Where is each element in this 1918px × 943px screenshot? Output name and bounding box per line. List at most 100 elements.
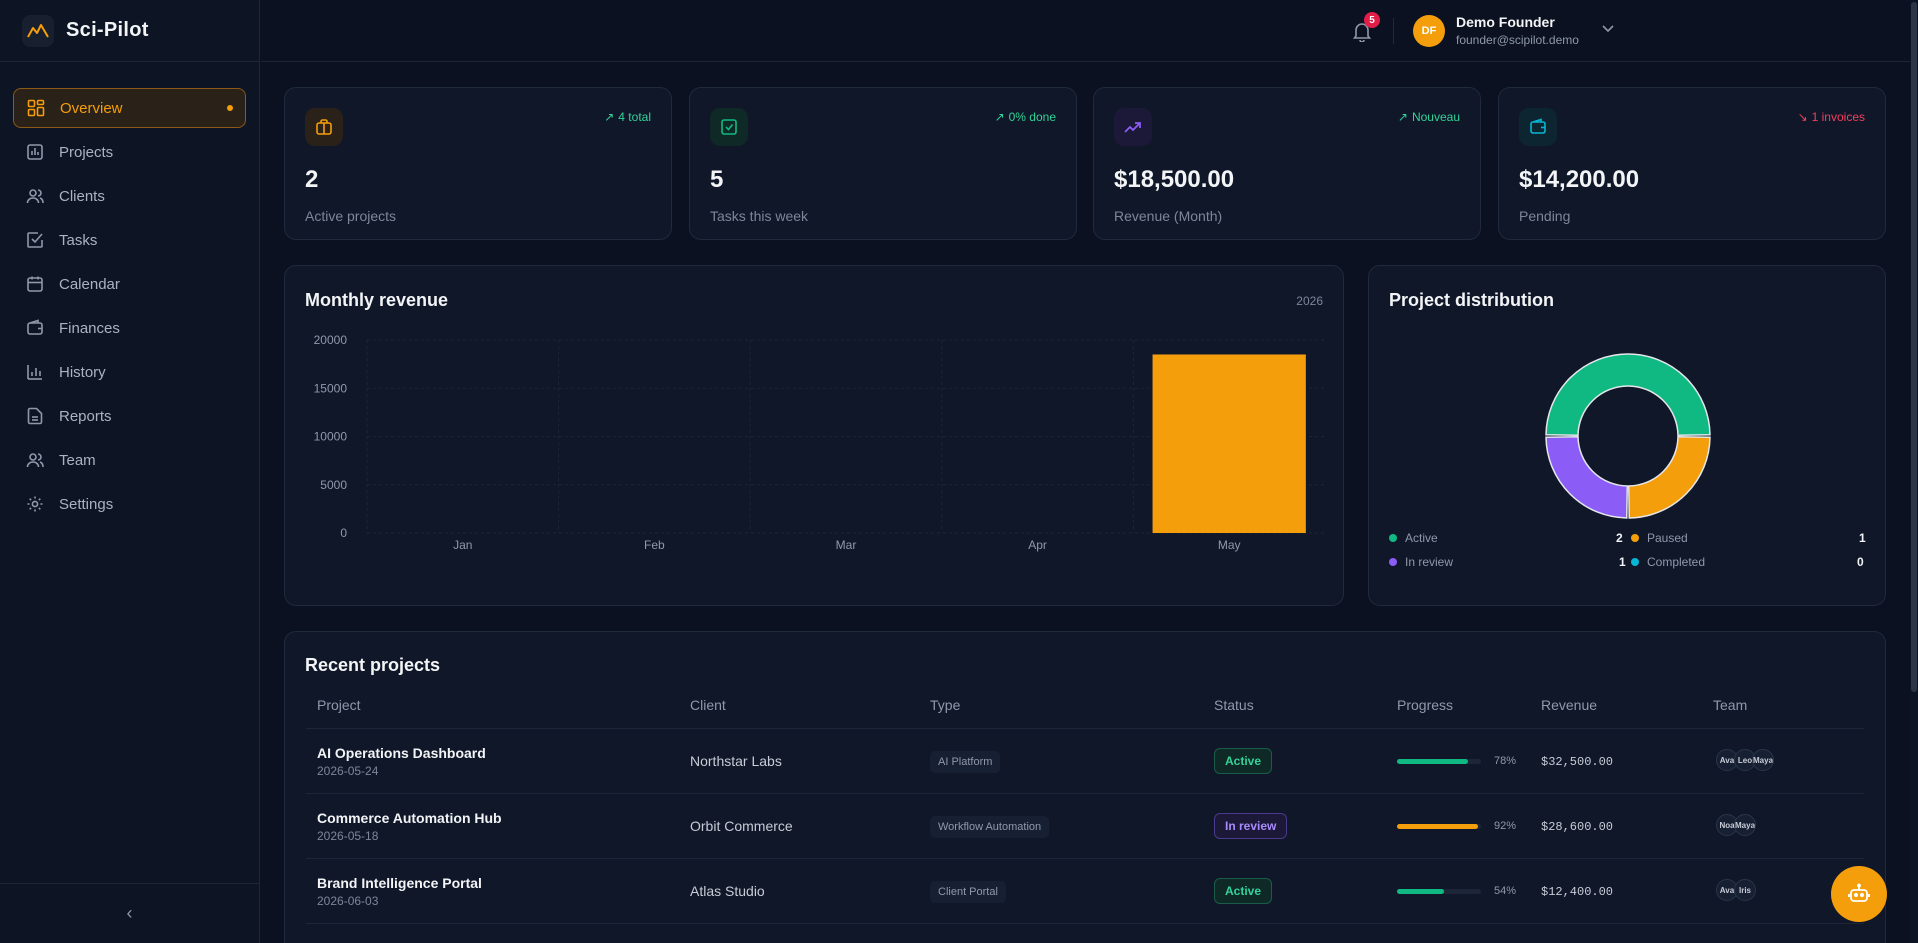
sidebar-item-clients[interactable]: Clients: [13, 176, 246, 216]
sidebar-item-tasks[interactable]: Tasks: [13, 220, 246, 260]
avatar[interactable]: DF: [1413, 15, 1445, 47]
arrow-up-right-icon: ↗: [1397, 110, 1408, 124]
progress-percent: 54%: [1494, 885, 1517, 897]
column-header-progress[interactable]: Progress: [1397, 697, 1453, 713]
revenue-bar[interactable]: [1152, 354, 1306, 533]
recent-projects-panel: [284, 631, 1886, 943]
scrollbar-thumb[interactable]: [1911, 2, 1917, 692]
stat-card-pending: ↘ 1 invoices $14,200.00 Pending: [1498, 87, 1886, 240]
calendar-icon: [25, 274, 45, 294]
sidebar-item-team[interactable]: Team: [13, 440, 246, 480]
sidebar-item-label: Settings: [59, 495, 114, 513]
donut-slice-active[interactable]: [1545, 353, 1711, 437]
column-header-team[interactable]: Team: [1713, 697, 1747, 713]
legend-value: 1: [1859, 531, 1866, 545]
column-header-revenue[interactable]: Revenue: [1541, 697, 1597, 713]
brand[interactable]: Sci-Pilot: [0, 0, 259, 62]
donut-slice-paused[interactable]: [1627, 435, 1711, 519]
project-name: Brand Intelligence Portal: [317, 875, 482, 891]
page-scrollbar[interactable]: [1910, 0, 1918, 943]
project-revenue: $28,600.00: [1541, 820, 1614, 834]
legend-value: 0: [1857, 555, 1864, 569]
arrow-up-right-icon: ↗: [994, 110, 1005, 124]
progress-fill: [1397, 889, 1445, 894]
sidebar-nav: Overview Projects Clients Tasks Calendar: [0, 62, 259, 524]
revenue-bar-chart: 0 5000 10000 15000 20000 Jan Feb Mar Apr May: [314, 333, 1325, 552]
table-divider: [306, 793, 1864, 794]
sidebar-item-calendar[interactable]: Calendar: [13, 264, 246, 304]
legend-dot: [1389, 534, 1397, 542]
x-tick-label: Jan: [453, 538, 472, 552]
stat-card-active-projects: ↗ 4 total 2 Active projects: [284, 87, 672, 240]
stat-card-tasks: ↗ 0% done 5 Tasks this week: [689, 87, 1077, 240]
column-header-client[interactable]: Client: [690, 697, 726, 713]
project-client: Atlas Studio: [690, 883, 765, 899]
sidebar-item-label: Overview: [60, 99, 123, 117]
donut-slice-in-review[interactable]: [1545, 435, 1629, 519]
briefcase-icon: [305, 108, 343, 146]
stat-label: Revenue (Month): [1114, 208, 1223, 224]
user-name[interactable]: Demo Founder: [1456, 14, 1555, 30]
y-tick-label: 15000: [314, 381, 348, 395]
folder-chart-icon: [25, 142, 45, 162]
project-date: 2026-05-18: [317, 829, 379, 843]
project-name: AI Operations Dashboard: [317, 745, 486, 761]
user-menu-chevron-icon[interactable]: [1602, 20, 1614, 36]
y-tick-label: 0: [340, 526, 347, 540]
sidebar-item-settings[interactable]: Settings: [13, 484, 246, 524]
project-type-tag: AI Platform: [930, 751, 1001, 773]
sidebar-item-overview[interactable]: Overview: [13, 88, 246, 128]
recent-projects-title: Recent projects: [305, 655, 441, 675]
brand-name: Sci-Pilot: [66, 19, 149, 41]
stat-label: Tasks this week: [710, 208, 809, 224]
header-divider: [1393, 18, 1394, 44]
status-badge: Active: [1214, 748, 1273, 774]
stat-label: Active projects: [305, 208, 397, 224]
layout-grid-icon: [26, 98, 46, 118]
project-date: 2026-06-03: [317, 894, 379, 908]
collapse-sidebar-button[interactable]: ‹: [0, 883, 259, 943]
legend-dot: [1631, 558, 1639, 566]
table-divider: [306, 728, 1864, 729]
progress-bar: [1397, 759, 1481, 764]
project-revenue: $12,400.00: [1541, 885, 1614, 899]
team-avatar: Maya: [1734, 814, 1756, 836]
legend-dot: [1389, 558, 1397, 566]
sidebar-item-label: Calendar: [59, 275, 120, 293]
sidebar-item-finances[interactable]: Finances: [13, 308, 246, 348]
sidebar-item-label: History: [59, 363, 106, 381]
project-client: Northstar Labs: [690, 753, 782, 769]
table-divider: [306, 858, 1864, 859]
users-icon: [25, 186, 45, 206]
notification-count-badge: 5: [1364, 12, 1380, 28]
column-header-project[interactable]: Project: [317, 697, 361, 713]
sidebar-item-projects[interactable]: Projects: [13, 132, 246, 172]
progress-bar: [1397, 889, 1481, 894]
team-avatars: Ava Leo Maya: [1716, 749, 1774, 771]
legend-value: 1: [1619, 555, 1626, 569]
panel-title: Project distribution: [1389, 290, 1555, 310]
project-type-tag: Client Portal: [930, 881, 1006, 903]
legend-item-paused: Paused: [1631, 531, 1688, 545]
stat-value: 5: [710, 166, 724, 193]
team-avatars: Ava Iris: [1716, 879, 1756, 901]
sidebar-item-reports[interactable]: Reports: [13, 396, 246, 436]
column-header-type[interactable]: Type: [930, 697, 960, 713]
team-avatar: Maya: [1752, 749, 1774, 771]
arrow-up-right-icon: ↗: [604, 110, 615, 124]
robot-icon: [1848, 883, 1870, 902]
assistant-bot-button[interactable]: [1831, 866, 1887, 922]
stat-card-revenue: ↗ Nouveau $18,500.00 Revenue (Month): [1093, 87, 1481, 240]
table-divider: [306, 923, 1864, 924]
chevron-left-icon: ‹: [126, 903, 133, 923]
stat-trend-badge: ↗ 4 total: [604, 110, 651, 124]
project-distribution-donut: [1545, 353, 1711, 519]
progress-bar: [1397, 824, 1481, 829]
sidebar-item-history[interactable]: History: [13, 352, 246, 392]
y-tick-label: 20000: [314, 333, 348, 347]
progress-fill: [1397, 759, 1468, 764]
notifications-button[interactable]: 5: [1348, 12, 1380, 46]
column-header-status[interactable]: Status: [1214, 697, 1254, 713]
legend-dot: [1631, 534, 1639, 542]
monthly-revenue-panel: Monthly revenue 2026 0 5000 10000 15000 2000…: [284, 265, 1344, 606]
